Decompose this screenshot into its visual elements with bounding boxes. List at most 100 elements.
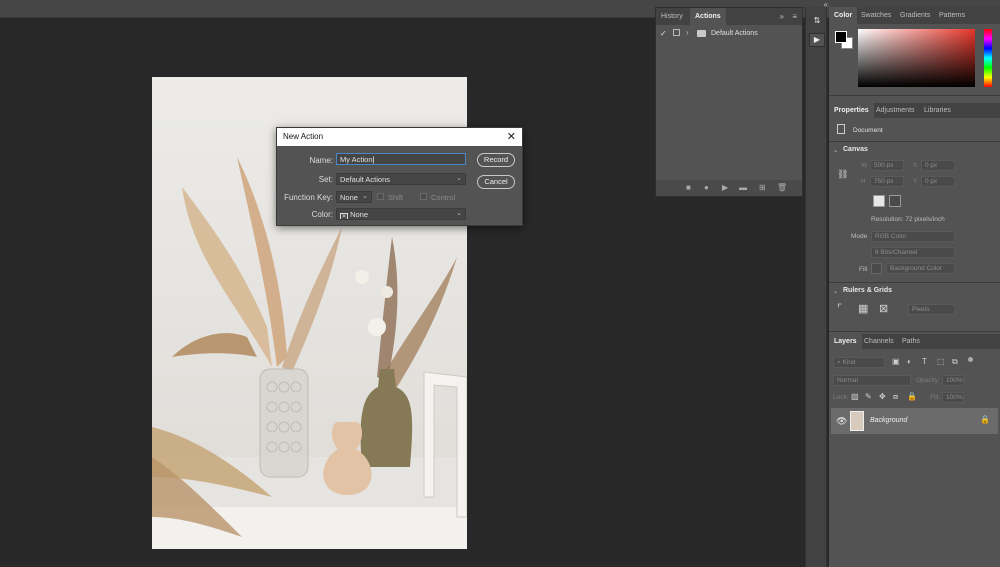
stop-icon[interactable]: ■ bbox=[686, 183, 691, 192]
set-select[interactable]: Default Actions ⌄ bbox=[336, 173, 466, 185]
properties-panel-tabs: Properties Adjustments Libraries bbox=[829, 103, 1000, 118]
record-icon[interactable]: ● bbox=[704, 183, 709, 192]
fill-opacity-input[interactable]: 100% bbox=[942, 392, 964, 403]
panel-menu-icon[interactable]: ≡ bbox=[792, 12, 797, 21]
chevron-down-icon: ⌄ bbox=[362, 193, 368, 200]
function-key-select[interactable]: None ⌄ bbox=[336, 191, 372, 203]
action-set-name: Default Actions bbox=[711, 30, 758, 37]
tab-actions[interactable]: Actions bbox=[690, 8, 726, 25]
layer-row-background[interactable]: 👁 Background 🔒 bbox=[831, 408, 998, 434]
fill-select[interactable]: Background Color bbox=[886, 263, 955, 274]
no-color-icon: ✕ bbox=[340, 213, 348, 220]
adjustment-filter-icon[interactable]: ◐ bbox=[907, 357, 912, 366]
color-panel-tabs: Color Swatches Gradients Patterns bbox=[829, 7, 1000, 24]
panel-icon-strip: ⇅ ▶ bbox=[805, 7, 827, 567]
color-label: Color: bbox=[311, 210, 333, 219]
chevron-down-icon[interactable]: ⌄ bbox=[833, 146, 838, 154]
tab-swatches[interactable]: Swatches bbox=[856, 7, 896, 24]
hue-slider[interactable] bbox=[984, 29, 992, 87]
tab-channels[interactable]: Channels bbox=[859, 334, 899, 349]
trash-icon[interactable]: 🗑 bbox=[777, 183, 787, 192]
opacity-input[interactable]: 100% bbox=[942, 375, 964, 386]
height-input[interactable]: 750 px bbox=[870, 176, 904, 187]
action-name-input[interactable]: My Action| bbox=[336, 153, 466, 165]
new-set-icon[interactable]: ▬ bbox=[739, 183, 747, 192]
lock-image-icon[interactable]: ✎ bbox=[865, 392, 872, 401]
folder-icon bbox=[697, 30, 706, 37]
action-name-value: My Action bbox=[340, 155, 373, 164]
tab-paths[interactable]: Paths bbox=[897, 334, 925, 349]
play-icon[interactable]: ▶ bbox=[722, 183, 728, 192]
color-select-value: None bbox=[350, 210, 369, 219]
resolution-text: Resolution: 72 pixels/inch bbox=[871, 216, 945, 223]
portrait-orientation-icon[interactable] bbox=[873, 195, 885, 207]
width-label: W bbox=[861, 162, 868, 169]
lock-position-icon[interactable]: ✥ bbox=[879, 392, 886, 401]
x-label: X bbox=[913, 162, 918, 169]
layer-thumbnail bbox=[850, 411, 864, 431]
x-input[interactable]: 0 px bbox=[921, 160, 955, 171]
search-icon: ⌕ bbox=[837, 359, 841, 366]
chevron-down-icon: ⌄ bbox=[456, 175, 462, 182]
dialog-toggle-icon[interactable] bbox=[673, 29, 680, 36]
y-input[interactable]: 0 px bbox=[921, 176, 955, 187]
tab-layers[interactable]: Layers bbox=[829, 334, 862, 349]
tab-history[interactable]: History bbox=[656, 8, 688, 25]
fill-label: Fill bbox=[859, 266, 868, 273]
tab-patterns[interactable]: Patterns bbox=[934, 7, 970, 24]
mode-select[interactable]: RGB Color bbox=[871, 231, 955, 242]
ruler-icon[interactable]: ⌜ bbox=[837, 302, 842, 315]
shift-checkbox[interactable] bbox=[377, 193, 384, 200]
lock-all-icon[interactable]: 🔒 bbox=[907, 392, 917, 401]
layer-name[interactable]: Background bbox=[870, 417, 907, 424]
type-filter-icon[interactable]: T bbox=[922, 357, 927, 366]
shape-filter-icon[interactable]: ⬚ bbox=[937, 357, 945, 366]
chevron-down-icon[interactable]: ⌄ bbox=[833, 287, 838, 295]
collapse-icon[interactable]: » bbox=[780, 12, 784, 21]
new-action-icon[interactable]: ⊞ bbox=[759, 183, 766, 192]
checkmark-icon[interactable]: ✓ bbox=[660, 29, 667, 38]
chevron-right-icon[interactable]: › bbox=[686, 28, 689, 37]
grid-icon[interactable]: ▦ bbox=[858, 302, 868, 315]
dialog-title: New Action bbox=[283, 132, 324, 141]
history-panel-icon[interactable]: ⇅ bbox=[809, 15, 825, 29]
document-label: Document bbox=[853, 127, 883, 134]
foreground-color-swatch[interactable] bbox=[835, 31, 847, 43]
filter-toggle-icon[interactable] bbox=[968, 357, 973, 362]
canvas-heading: Canvas bbox=[843, 146, 868, 153]
lock-icon[interactable]: 🔒 bbox=[980, 415, 990, 424]
action-set-row[interactable]: ✓ › Default Actions bbox=[656, 27, 802, 41]
fill-color-swatch[interactable] bbox=[871, 263, 882, 274]
smart-object-filter-icon[interactable]: ⧉ bbox=[952, 357, 958, 367]
tab-properties[interactable]: Properties bbox=[829, 103, 874, 118]
landscape-orientation-icon[interactable] bbox=[889, 195, 901, 207]
control-label: Control bbox=[431, 193, 456, 202]
control-checkbox[interactable] bbox=[420, 193, 427, 200]
units-select[interactable]: Pixels bbox=[908, 304, 955, 315]
record-button[interactable]: Record bbox=[477, 153, 515, 167]
link-icon[interactable]: ⛓ bbox=[837, 169, 848, 180]
color-select[interactable]: ✕ None ⌄ bbox=[336, 208, 466, 220]
blend-mode-select[interactable]: Normal bbox=[833, 375, 911, 386]
fill-opacity-label: Fill: bbox=[930, 394, 941, 401]
y-label: Y bbox=[913, 178, 918, 185]
lock-artboard-icon[interactable]: ⧈ bbox=[893, 392, 898, 402]
color-picker-field[interactable] bbox=[858, 29, 975, 87]
eye-icon[interactable]: 👁 bbox=[836, 416, 847, 427]
width-input[interactable]: 500 px bbox=[870, 160, 904, 171]
close-icon[interactable]: ✕ bbox=[507, 130, 516, 143]
guides-icon[interactable]: ⊠ bbox=[879, 302, 888, 315]
cancel-button[interactable]: Cancel bbox=[477, 175, 515, 189]
tab-gradients[interactable]: Gradients bbox=[895, 7, 935, 24]
tab-adjustments[interactable]: Adjustments bbox=[871, 103, 920, 118]
actions-panel-icon[interactable]: ▶ bbox=[809, 33, 825, 47]
layer-filter-kind[interactable]: ⌕ Kind bbox=[833, 357, 885, 368]
bit-depth-select[interactable]: 8 Bits/Channel bbox=[871, 247, 955, 258]
function-key-label: Function Key: bbox=[284, 193, 333, 202]
layer-filter-kind-label: Kind bbox=[842, 359, 856, 366]
set-select-value: Default Actions bbox=[340, 175, 391, 184]
lock-transparency-icon[interactable]: ▨ bbox=[851, 392, 859, 401]
tab-libraries[interactable]: Libraries bbox=[919, 103, 956, 118]
tab-color[interactable]: Color bbox=[829, 7, 858, 24]
pixel-filter-icon[interactable]: ▣ bbox=[892, 357, 900, 366]
